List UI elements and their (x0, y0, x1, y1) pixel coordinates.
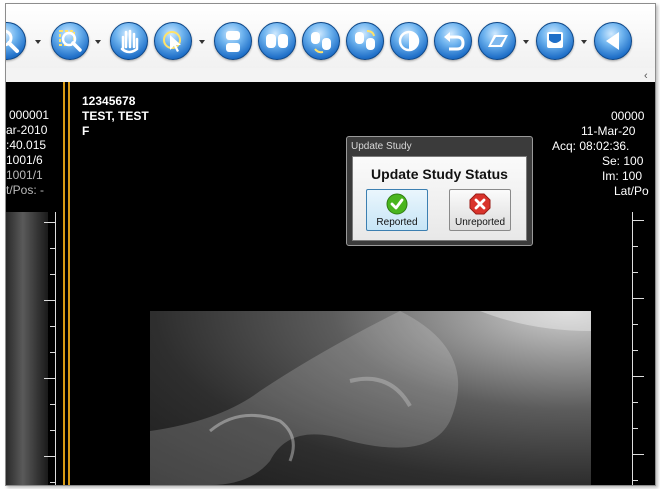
overlay-line: Se: 100 (602, 154, 644, 168)
pointer-icon[interactable] (154, 22, 192, 60)
overlay-line: t/Pos: - (6, 183, 45, 197)
reported-button[interactable]: Reported (366, 189, 428, 231)
ruler-right (632, 212, 644, 485)
magnifier-icon[interactable] (6, 22, 26, 60)
zoom-region-dropdown-arrow[interactable] (95, 40, 101, 44)
overlay-line: Lat/Po (614, 184, 649, 198)
overlay-line: 000001 (9, 108, 50, 122)
overlay-line: 1001/6 (6, 153, 43, 167)
dialog-heading: Update Study Status (371, 166, 508, 182)
overlay-line: :40.015 (6, 138, 47, 152)
compare-icon[interactable] (258, 22, 296, 60)
dialog-body: Update Study Status Reported Unreported (352, 156, 527, 241)
hand-icon[interactable] (110, 22, 148, 60)
window-dropdown-arrow[interactable] (581, 40, 587, 44)
sync-icon[interactable] (302, 22, 340, 60)
application-window: ‹ 000001 ar-2010 :40.015 1001/6 1001/1 t… (5, 3, 656, 486)
select-dropdown-arrow[interactable] (199, 40, 205, 44)
image-viewer[interactable]: 000001 ar-2010 :40.015 1001/6 1001/1 t/P… (6, 82, 655, 485)
overlay-line: 1001/1 (6, 168, 43, 182)
collapse-panel-button[interactable]: ‹ (644, 70, 648, 82)
flip-dropdown-arrow[interactable] (523, 40, 529, 44)
cross-icon (469, 193, 491, 215)
patient-sex: F (82, 124, 90, 138)
dialog-title: Update Study (351, 141, 412, 152)
sync-alt-icon[interactable] (346, 22, 384, 60)
checkmark-icon (386, 193, 408, 215)
invert-icon[interactable] (390, 22, 428, 60)
flip-icon[interactable] (478, 22, 516, 60)
update-study-dialog: Update Study Update Study Status Reporte… (346, 136, 533, 246)
zoom-dropdown-arrow[interactable] (35, 40, 41, 44)
viewport-left[interactable]: 000001 ar-2010 :40.015 1001/6 1001/1 t/P… (6, 82, 65, 485)
unreported-label: Unreported (454, 217, 506, 228)
overlay-line: 00000 (611, 109, 645, 123)
patient-name: TEST, TEST (82, 109, 149, 123)
undo-icon[interactable] (434, 22, 472, 60)
ruler-left (44, 212, 56, 485)
overlay-line: 11-Mar-20 (581, 124, 636, 138)
zoom-region-icon[interactable] (51, 22, 89, 60)
patient-id: 12345678 (82, 94, 136, 108)
previous-icon[interactable] (594, 22, 632, 60)
overlay-line: Im: 100 (602, 169, 643, 183)
overlay-line: Acq: 08:02:36. (552, 139, 630, 153)
layout-icon[interactable] (214, 22, 252, 60)
window-icon[interactable] (536, 22, 574, 60)
xray-image (150, 311, 591, 485)
unreported-button[interactable]: Unreported (449, 189, 511, 231)
overlay-line: ar-2010 (6, 123, 48, 137)
xray-image-left (6, 212, 48, 485)
toolbar (6, 4, 655, 68)
reported-label: Reported (376, 217, 418, 228)
